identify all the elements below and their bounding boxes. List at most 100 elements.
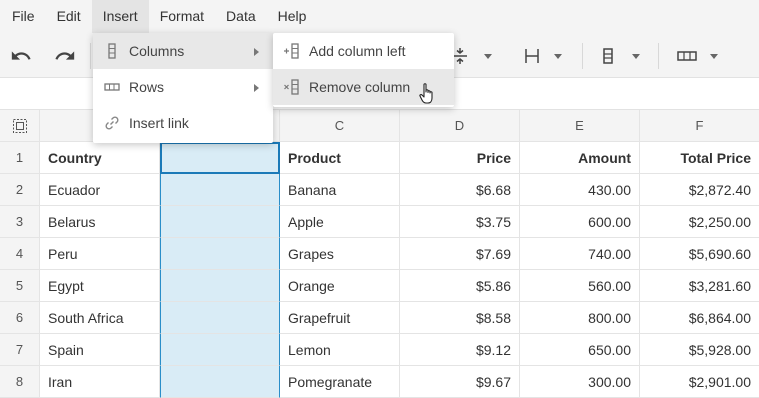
- table-cell[interactable]: [160, 366, 280, 398]
- column-header-d[interactable]: D: [400, 110, 520, 142]
- row-button[interactable]: [676, 41, 718, 71]
- table-cell[interactable]: 560.00: [520, 270, 640, 302]
- table-cell[interactable]: $5,928.00: [640, 334, 759, 366]
- toolbar-divider: [90, 43, 91, 69]
- column-icon: [603, 48, 613, 64]
- chevron-down-icon: [554, 53, 562, 59]
- table-cell[interactable]: [160, 302, 280, 334]
- toolbar-divider: [658, 43, 659, 69]
- insert-menu-rows[interactable]: Rows: [93, 69, 273, 105]
- table-cell[interactable]: 430.00: [520, 174, 640, 206]
- table-cell[interactable]: Spain: [40, 334, 160, 366]
- insert-menu-link[interactable]: Insert link: [93, 105, 273, 141]
- column-header-e[interactable]: E: [520, 110, 640, 142]
- row-header[interactable]: 6: [0, 302, 40, 334]
- link-icon: [105, 116, 119, 130]
- table-cell[interactable]: $8.58: [400, 302, 520, 334]
- toolbar-divider: [582, 43, 583, 69]
- remove-column-icon: [284, 79, 299, 95]
- table-cell[interactable]: Orange: [280, 270, 400, 302]
- table-cell[interactable]: [160, 174, 280, 206]
- menu-edit[interactable]: Edit: [46, 0, 92, 33]
- add-column-left-icon: [284, 43, 299, 59]
- table-cell[interactable]: $9.67: [400, 366, 520, 398]
- table-cell[interactable]: Price: [400, 142, 520, 174]
- table-cell[interactable]: Peru: [40, 238, 160, 270]
- table-cell[interactable]: Grapes: [280, 238, 400, 270]
- table-cell[interactable]: Amount: [520, 142, 640, 174]
- row-header[interactable]: 3: [0, 206, 40, 238]
- insert-menu-rows-label: Rows: [129, 79, 165, 95]
- row-header[interactable]: 4: [0, 238, 40, 270]
- table-cell[interactable]: Ecuador: [40, 174, 160, 206]
- add-column-left-item[interactable]: Add column left: [273, 33, 454, 69]
- table-cell[interactable]: 600.00: [520, 206, 640, 238]
- table-cell[interactable]: Pomegranate: [280, 366, 400, 398]
- table-cell[interactable]: Product: [280, 142, 400, 174]
- table-cell[interactable]: $5.86: [400, 270, 520, 302]
- select-all-corner[interactable]: [0, 110, 40, 142]
- table-cell[interactable]: Banana: [280, 174, 400, 206]
- table-cell[interactable]: Country: [40, 142, 160, 174]
- menu-insert[interactable]: Insert: [91, 0, 149, 33]
- table-cell[interactable]: Lemon: [280, 334, 400, 366]
- table-cell[interactable]: Iran: [40, 366, 160, 398]
- remove-column-label: Remove column: [309, 79, 411, 95]
- table-cell[interactable]: $6,864.00: [640, 302, 759, 334]
- table-cell[interactable]: $5,690.60: [640, 238, 759, 270]
- table-cell[interactable]: [160, 270, 280, 302]
- column-button[interactable]: [598, 41, 640, 71]
- row-header[interactable]: 5: [0, 270, 40, 302]
- undo-button[interactable]: [10, 41, 32, 71]
- insert-menu-columns-label: Columns: [129, 43, 185, 59]
- rows-icon: [104, 83, 120, 91]
- table-cell[interactable]: 650.00: [520, 334, 640, 366]
- vertical-align-button[interactable]: [450, 41, 492, 71]
- insert-menu: Columns Rows Insert link: [93, 33, 273, 143]
- menu-data[interactable]: Data: [215, 0, 267, 33]
- menu-format[interactable]: Format: [149, 0, 215, 33]
- row-header[interactable]: 2: [0, 174, 40, 206]
- undo-icon: [11, 51, 31, 60]
- selected-cell[interactable]: [160, 142, 280, 174]
- hand-cursor-icon: [419, 83, 433, 104]
- table-cell[interactable]: [160, 206, 280, 238]
- select-all-icon: [12, 119, 27, 133]
- menu-bar: File Edit Insert Format Data Help: [0, 0, 759, 33]
- table-cell[interactable]: $2,250.00: [640, 206, 759, 238]
- column-header-f[interactable]: F: [640, 110, 759, 142]
- table-cell[interactable]: $2,901.00: [640, 366, 759, 398]
- table-cell[interactable]: Grapefruit: [280, 302, 400, 334]
- redo-button[interactable]: [54, 41, 76, 71]
- table-cell[interactable]: $3,281.60: [640, 270, 759, 302]
- table-cell[interactable]: Belarus: [40, 206, 160, 238]
- column-header-c[interactable]: C: [280, 110, 400, 142]
- redo-icon: [55, 51, 75, 60]
- table-cell[interactable]: Egypt: [40, 270, 160, 302]
- chevron-down-icon: [484, 53, 492, 59]
- column-width-button[interactable]: [522, 41, 562, 71]
- row-header[interactable]: 8: [0, 366, 40, 398]
- insert-menu-columns[interactable]: Columns: [93, 33, 273, 69]
- table-cell[interactable]: 300.00: [520, 366, 640, 398]
- table-cell[interactable]: 740.00: [520, 238, 640, 270]
- table-cell[interactable]: Apple: [280, 206, 400, 238]
- table-cell[interactable]: $9.12: [400, 334, 520, 366]
- menu-help[interactable]: Help: [267, 0, 318, 33]
- table-cell[interactable]: 800.00: [520, 302, 640, 334]
- table-cell[interactable]: [160, 238, 280, 270]
- menu-file[interactable]: File: [1, 0, 46, 33]
- chevron-down-icon: [710, 53, 718, 59]
- row-header[interactable]: 7: [0, 334, 40, 366]
- chevron-down-icon: [632, 53, 640, 59]
- columns-icon: [108, 43, 116, 59]
- insert-menu-link-label: Insert link: [129, 115, 189, 131]
- table-cell[interactable]: $2,872.40: [640, 174, 759, 206]
- table-cell[interactable]: $3.75: [400, 206, 520, 238]
- table-cell[interactable]: South Africa: [40, 302, 160, 334]
- table-cell[interactable]: Total Price: [640, 142, 759, 174]
- table-cell[interactable]: [160, 334, 280, 366]
- table-cell[interactable]: $7.69: [400, 238, 520, 270]
- row-header[interactable]: 1: [0, 142, 40, 174]
- table-cell[interactable]: $6.68: [400, 174, 520, 206]
